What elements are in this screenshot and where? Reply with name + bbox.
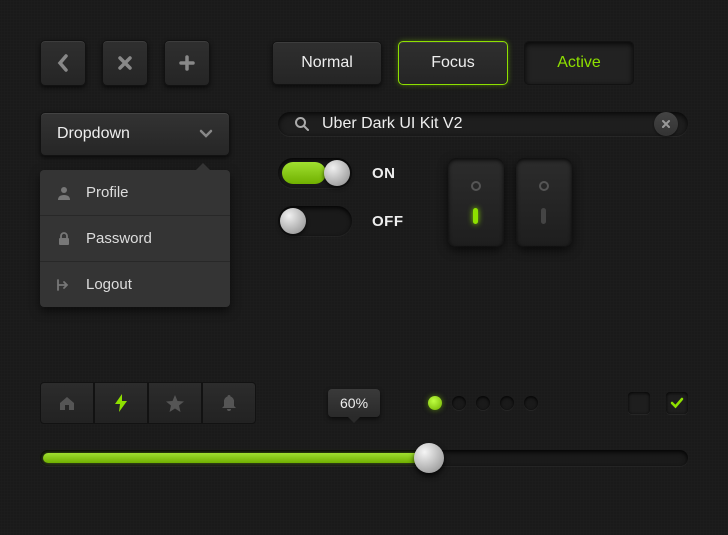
chevron-left-icon	[56, 54, 70, 72]
switch-indicator-off-icon	[539, 181, 549, 191]
lock-icon	[56, 232, 72, 246]
switch-indicator-on-icon	[541, 208, 546, 224]
slider-knob[interactable]	[414, 443, 444, 473]
chevron-down-icon	[199, 129, 213, 139]
dropdown-item-profile[interactable]: Profile	[40, 170, 230, 216]
bolt-icon	[115, 394, 127, 412]
plus-icon	[179, 55, 195, 71]
home-icon	[58, 395, 76, 411]
dropdown-button[interactable]: Dropdown	[40, 112, 230, 156]
logout-icon	[56, 279, 72, 291]
toggle-off-label: OFF	[372, 213, 404, 230]
toggle-on-label: ON	[372, 165, 396, 182]
user-icon	[56, 186, 72, 200]
toggle-off[interactable]	[278, 206, 352, 236]
dropdown-label: Dropdown	[57, 125, 130, 143]
rocker-switch-off[interactable]	[516, 158, 572, 246]
close-button[interactable]	[102, 40, 148, 86]
switch-indicator-off-icon	[471, 181, 481, 191]
search-icon	[294, 116, 310, 132]
rocker-switch-on[interactable]	[448, 158, 504, 246]
search-box	[278, 112, 688, 136]
star-icon	[166, 395, 184, 412]
radio-option-5[interactable]	[524, 396, 538, 410]
close-icon	[661, 119, 671, 129]
switch-indicator-on-icon	[473, 208, 478, 224]
dropdown-item-password[interactable]: Password	[40, 216, 230, 262]
add-button[interactable]	[164, 40, 210, 86]
bell-icon	[222, 395, 236, 412]
dropdown-item-label: Logout	[86, 276, 132, 293]
tab-notifications[interactable]	[202, 382, 256, 424]
search-input[interactable]	[322, 115, 642, 133]
clear-search-button[interactable]	[654, 112, 678, 136]
checkbox-checked[interactable]	[666, 392, 688, 414]
dropdown-item-logout[interactable]: Logout	[40, 262, 230, 307]
radio-option-3[interactable]	[476, 396, 490, 410]
focus-button[interactable]: Focus	[398, 41, 508, 85]
radio-option-4[interactable]	[500, 396, 514, 410]
tab-activity[interactable]	[94, 382, 148, 424]
slider-tooltip: 60%	[328, 389, 380, 417]
checkbox-unchecked[interactable]	[628, 392, 650, 414]
dropdown-item-label: Password	[86, 230, 152, 247]
tab-favorites[interactable]	[148, 382, 202, 424]
toggle-knob	[324, 160, 350, 186]
toggle-knob	[280, 208, 306, 234]
radio-group	[428, 396, 538, 410]
toggle-on[interactable]	[278, 158, 352, 188]
dropdown-menu: Profile Password Logout	[40, 170, 230, 307]
tab-home[interactable]	[40, 382, 94, 424]
normal-button[interactable]: Normal	[272, 41, 382, 85]
close-icon	[117, 55, 133, 71]
slider-fill	[43, 453, 432, 463]
active-button[interactable]: Active	[524, 41, 634, 85]
check-icon	[670, 397, 684, 409]
back-button[interactable]	[40, 40, 86, 86]
radio-option-1[interactable]	[428, 396, 442, 410]
radio-option-2[interactable]	[452, 396, 466, 410]
dropdown-item-label: Profile	[86, 184, 129, 201]
slider[interactable]	[40, 450, 688, 466]
